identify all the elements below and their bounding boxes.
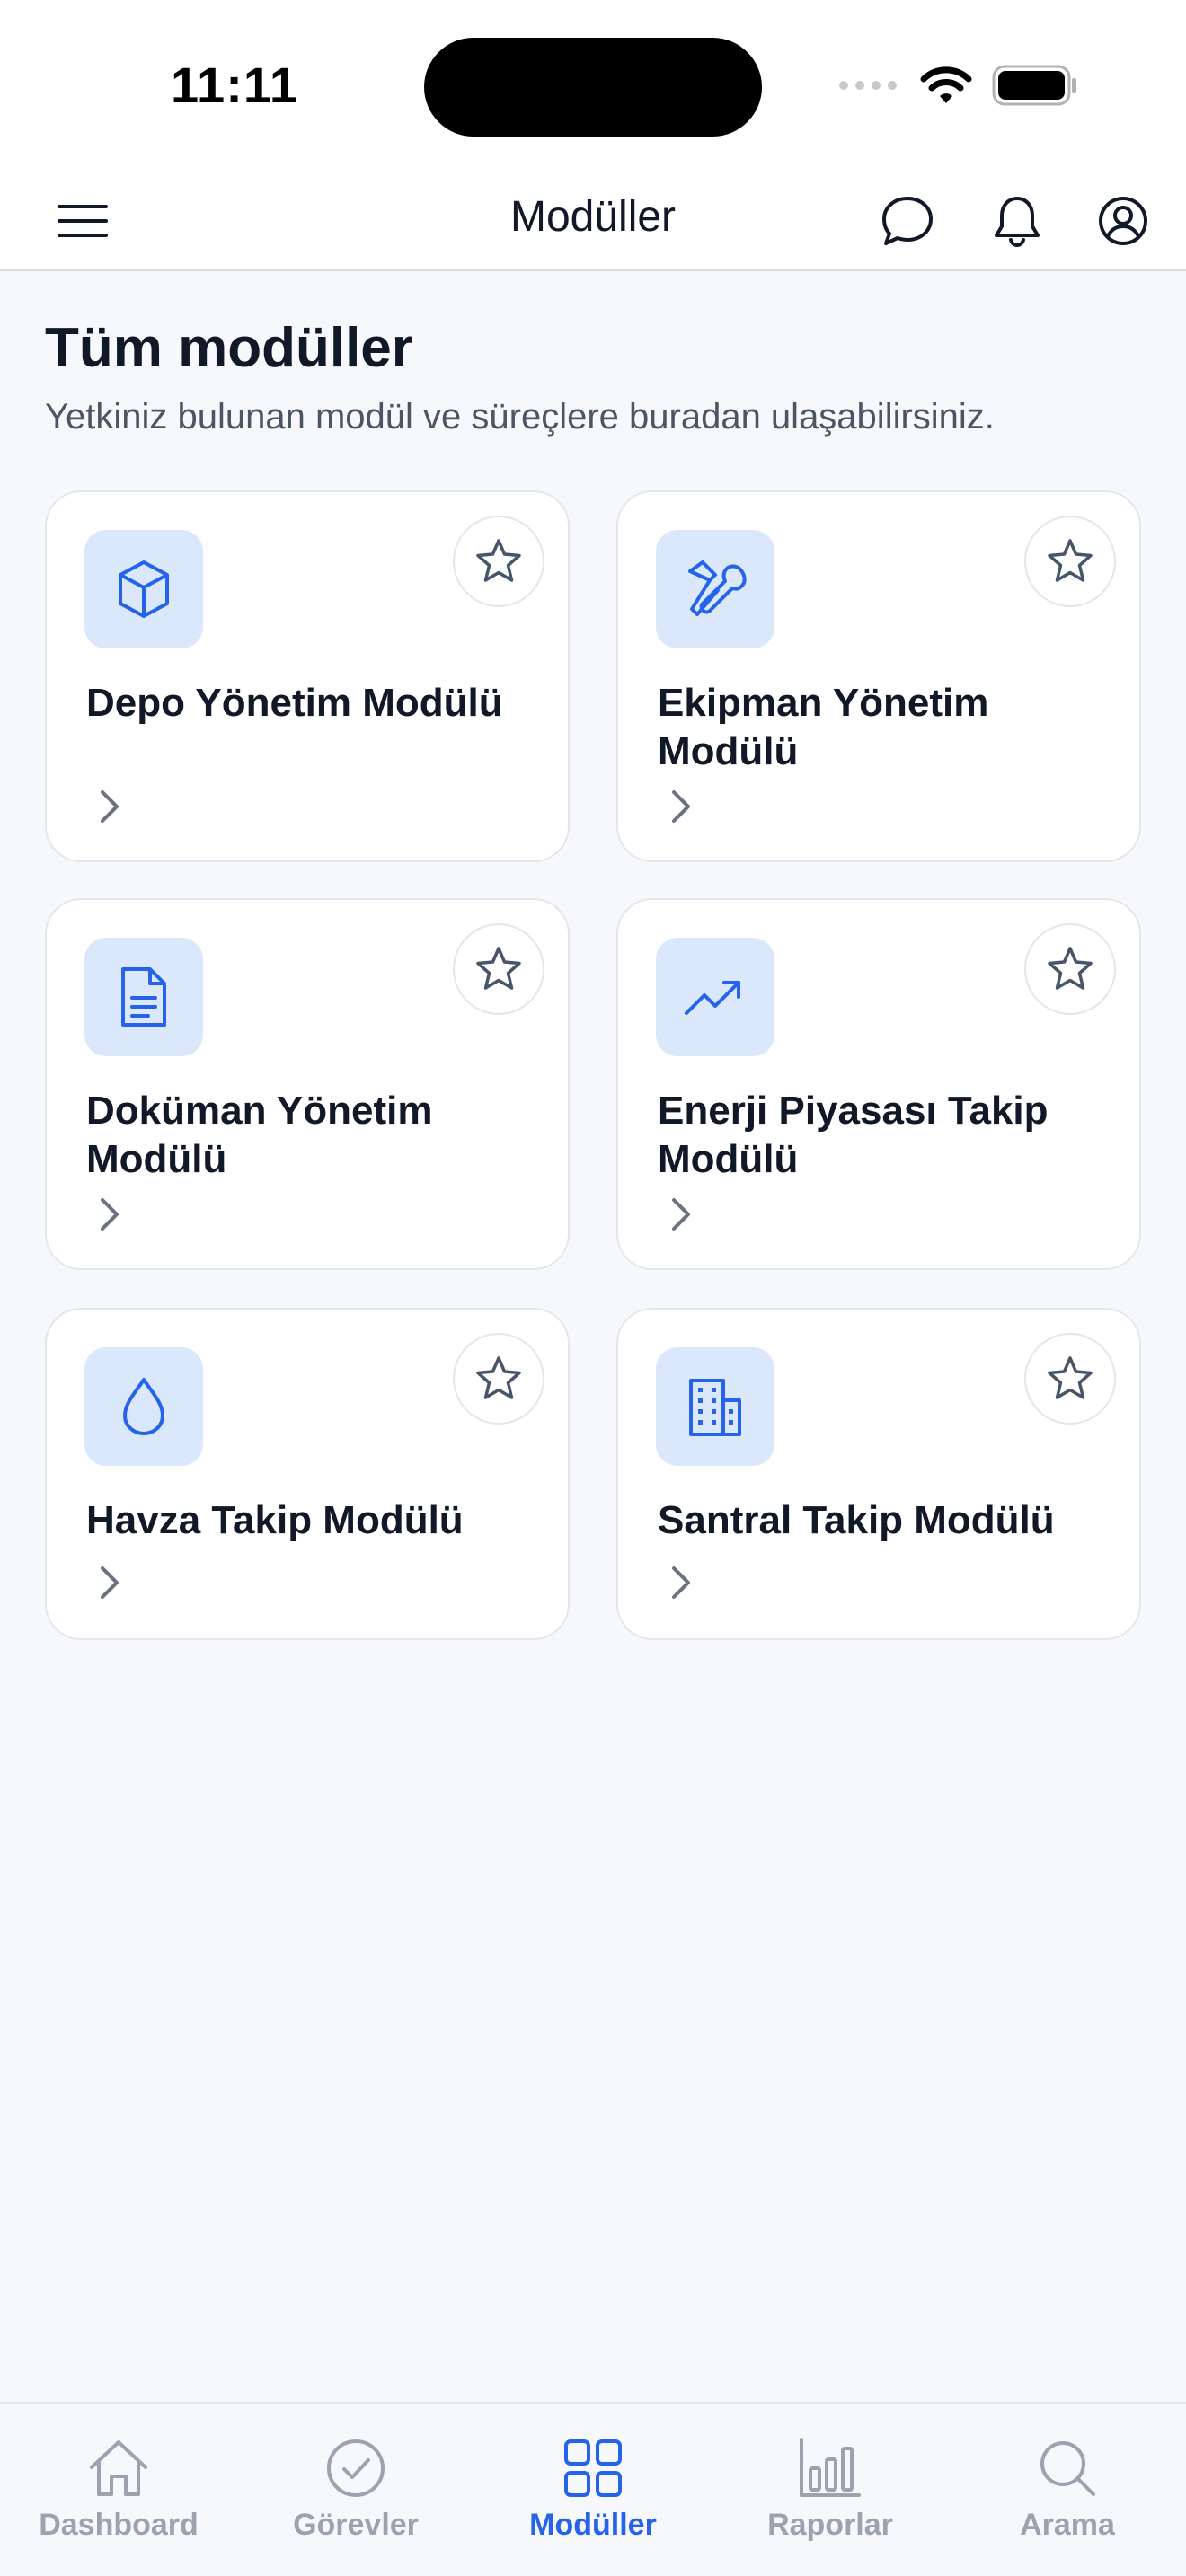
chevron-right-icon [672,790,690,823]
module-icon-box [656,938,774,1056]
nav-arama[interactable]: Arama [949,2404,1186,2576]
bottom-nav: Dashboard Görevler Modüller Raporlar Ara… [0,2402,1186,2576]
water-drop-icon [123,1378,164,1435]
chevron-right-icon [101,1198,119,1231]
module-icon-box [656,1347,774,1466]
module-title: Havza Takip Modülü [86,1498,464,1542]
chat-icon [882,197,933,245]
module-card-santral[interactable]: Santral Takip Modülü [616,1308,1141,1640]
cube-icon [119,560,169,618]
nav-label: Görevler [293,2508,419,2542]
chevron-right-icon [101,1566,119,1599]
status-indicators [837,63,1078,108]
module-title: Doküman Yönetim Modülü [86,1089,433,1181]
module-icon-box [656,530,774,648]
chevron-right-icon [672,1566,690,1599]
module-icon-box [84,938,203,1056]
nav-dashboard[interactable]: Dashboard [0,2404,237,2576]
module-card-ekipman[interactable]: Ekipman Yönetim Modülü [616,490,1141,862]
search-icon [1040,2441,1095,2496]
building-icon [689,1379,741,1436]
bar-chart-icon [800,2438,861,2497]
trend-up-icon [685,981,740,1015]
chevron-right-icon [101,790,119,823]
star-icon [1048,947,1093,990]
app-bar: Modüller [0,171,1186,271]
module-icon-box [84,1347,203,1466]
chevron-right-icon [672,1198,690,1231]
dynamic-island [424,38,762,137]
module-title: Ekipman Yönetim Modülü [658,681,989,773]
favorite-button[interactable] [1024,923,1116,1015]
star-icon [1048,1356,1093,1399]
nav-label: Modüller [529,2508,657,2542]
tools-icon [688,560,747,616]
nav-label: Arama [1020,2508,1115,2542]
nav-label: Raporlar [767,2508,893,2542]
star-icon [1048,539,1093,582]
favorite-button[interactable] [1024,516,1116,607]
main-content: Tüm modüller Yetkiniz bulunan modül ve s… [0,271,1186,2402]
module-title: Santral Takip Modülü [658,1498,1055,1542]
check-circle-icon [327,2439,385,2497]
favorite-button[interactable] [453,923,544,1015]
nav-gorevler[interactable]: Görevler [237,2404,474,2576]
home-icon [90,2440,147,2496]
profile-icon [1099,197,1147,245]
wifi-icon [920,66,972,103]
module-card-depo[interactable]: Depo Yönetim Modülü [45,490,570,862]
battery-icon [992,65,1076,106]
page-title: Tüm modüller [45,317,413,379]
module-card-havza[interactable]: Havza Takip Modülü [45,1308,570,1640]
signal-icon [839,81,897,90]
favorite-button[interactable] [453,1333,544,1425]
module-card-enerji[interactable]: Enerji Piyasası Takip Modülü [616,898,1141,1270]
module-icon-box [84,530,203,648]
star-icon [476,947,521,990]
nav-label: Dashboard [39,2508,199,2542]
bell-icon [995,197,1040,248]
nav-moduller[interactable]: Modüller [474,2404,712,2576]
nav-raporlar[interactable]: Raporlar [712,2404,949,2576]
module-title: Enerji Piyasası Takip Modülü [658,1089,1049,1181]
module-card-dokuman[interactable]: Doküman Yönetim Modülü [45,898,570,1270]
grid-icon [564,2439,622,2497]
favorite-button[interactable] [1024,1333,1116,1425]
star-icon [476,539,521,582]
star-icon [476,1356,521,1399]
page: 11:11 Modüller Tüm modüller Yetkiniz bul… [0,0,1186,2576]
status-bar: 11:11 [0,0,1186,171]
chat-button[interactable] [877,190,938,251]
notifications-button[interactable] [987,190,1048,251]
favorite-button[interactable] [453,516,544,607]
document-icon [121,967,166,1027]
page-subtitle: Yetkiniz bulunan modül ve süreçlere bura… [45,397,995,437]
profile-button[interactable] [1093,190,1154,251]
module-title: Depo Yönetim Modülü [86,681,503,725]
status-time: 11:11 [171,57,299,113]
